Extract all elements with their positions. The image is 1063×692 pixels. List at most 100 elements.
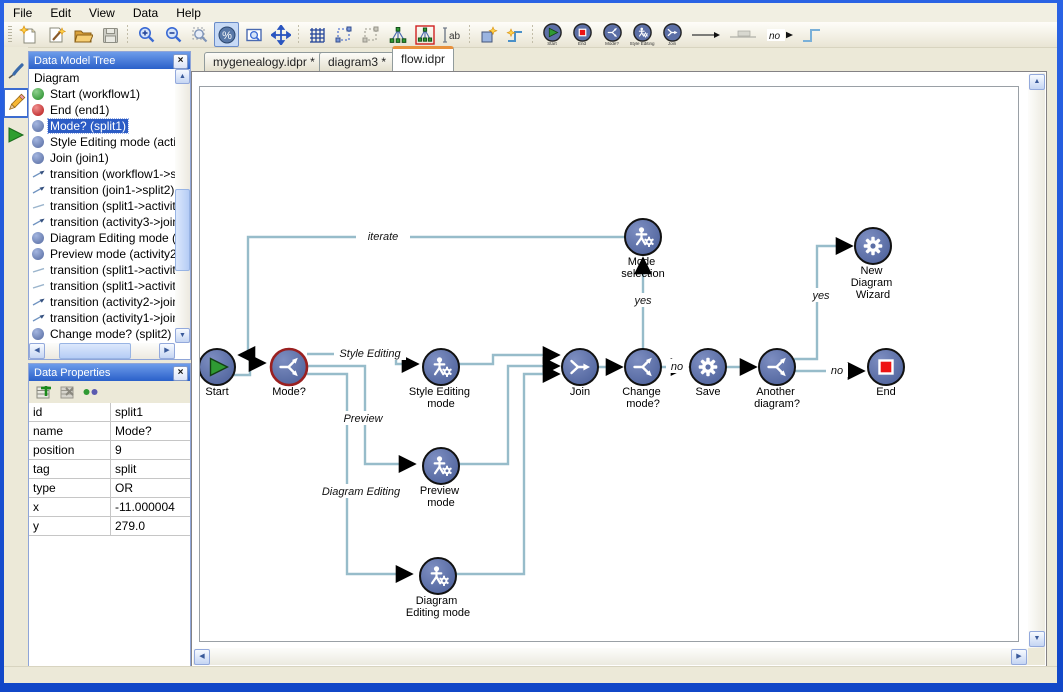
property-value[interactable]: OR (111, 479, 190, 497)
new-node-button[interactable] (475, 22, 500, 47)
tree-layout-boxed-button[interactable] (412, 22, 437, 47)
pan-button[interactable] (268, 22, 293, 47)
node-join[interactable]: Join (562, 349, 598, 398)
node-change-mode[interactable]: Change mode? (622, 349, 664, 410)
edit-label-button[interactable]: ab (439, 22, 464, 47)
tree-item-change-mode[interactable]: Change mode? (split2) (29, 326, 175, 342)
close-icon[interactable]: × (173, 366, 188, 381)
tree-item-mode[interactable]: Mode? (split1) (29, 118, 175, 134)
tree-item-transition[interactable]: transition (split1->activity (29, 262, 175, 278)
edge-preview-join[interactable] (459, 366, 558, 464)
tree-item-start[interactable]: Start (workflow1) (29, 86, 175, 102)
scroll-right-icon[interactable]: ▶ (1011, 649, 1027, 665)
property-value[interactable]: split (111, 460, 190, 478)
edge-another-diagram-wizard[interactable] (794, 246, 851, 359)
data-properties-titlebar[interactable]: Data Properties × (29, 364, 190, 381)
data-model-tree-titlebar[interactable]: Data Model Tree × (29, 52, 190, 69)
node-mode[interactable]: Mode? (271, 349, 307, 398)
remove-property-button[interactable] (58, 383, 76, 401)
zoom-percent-button[interactable]: % (214, 22, 239, 47)
property-row[interactable]: type OR (29, 479, 190, 498)
property-value[interactable]: -11.000004 (111, 498, 190, 516)
tree-item-transition[interactable]: transition (split1->activity (29, 198, 175, 214)
palette-transition-button[interactable] (688, 22, 724, 47)
property-value[interactable]: 279.0 (111, 517, 190, 535)
diagram-viewport[interactable]: iterate Style Editing Preview Diagram Ed… (193, 73, 1028, 648)
scroll-up-icon[interactable]: ▲ (1029, 74, 1045, 90)
edge-mode-selection-start[interactable] (240, 237, 625, 355)
open-button[interactable] (70, 22, 95, 47)
tree-item-diagram-editing-mode[interactable]: Diagram Editing mode (ac (29, 230, 175, 246)
node-mode-selection[interactable]: Mode selection (621, 219, 664, 280)
tab-mygenealogy[interactable]: mygenealogy.idpr * (204, 52, 324, 71)
zoom-in-button[interactable] (133, 22, 158, 47)
property-value[interactable]: split1 (111, 403, 190, 421)
node-end[interactable]: End (868, 349, 904, 398)
tree-item-transition[interactable]: transition (activity1->join (29, 310, 175, 326)
tree-item-preview-mode[interactable]: Preview mode (activity2) (29, 246, 175, 262)
tree-item-transition[interactable]: transition (split1->activity (29, 278, 175, 294)
edge-start-mode[interactable] (234, 363, 264, 375)
tree-item-end[interactable]: End (end1) (29, 102, 175, 118)
scroll-left-icon[interactable]: ◀ (29, 343, 45, 359)
pencil-tool-button[interactable] (4, 88, 29, 118)
run-button[interactable] (5, 123, 27, 147)
property-value[interactable]: 9 (111, 441, 190, 459)
overview-button[interactable] (241, 22, 266, 47)
zoom-region-button[interactable] (187, 22, 212, 47)
grid-button[interactable] (304, 22, 329, 47)
zoom-out-button[interactable] (160, 22, 185, 47)
property-row[interactable]: y 279.0 (29, 517, 190, 536)
node-another-diagram[interactable]: Another diagram? (754, 349, 800, 410)
node-new-diagram-wizard[interactable]: New Diagram Wizard (851, 228, 896, 301)
tree-item-transition[interactable]: transition (workflow1->sp (29, 166, 175, 182)
tree-item-style-editing-mode[interactable]: Style Editing mode (activi (29, 134, 175, 150)
palette-start-button[interactable]: Start (538, 22, 566, 48)
new-document-button[interactable] (16, 22, 41, 47)
scroll-left-icon[interactable]: ◀ (194, 649, 210, 665)
tab-flow[interactable]: flow.idpr (392, 46, 454, 71)
new-wizard-button[interactable] (43, 22, 68, 47)
diagram-page[interactable]: iterate Style Editing Preview Diagram Ed… (199, 86, 1019, 642)
tree-item-transition[interactable]: transition (join1->split2) (29, 182, 175, 198)
palette-split-button[interactable]: Mode? (598, 22, 626, 48)
toolbar-grip[interactable] (8, 26, 12, 44)
palette-end-button[interactable]: End (568, 22, 596, 48)
tree-item-transition[interactable]: transition (activity2->join (29, 294, 175, 310)
tab-diagram3[interactable]: diagram3 * (319, 52, 395, 71)
menu-file[interactable]: File (4, 4, 41, 22)
node-preview-mode[interactable]: Preview mode (420, 448, 462, 509)
property-row[interactable]: tag split (29, 460, 190, 479)
property-value[interactable]: Mode? (111, 422, 190, 440)
menu-data[interactable]: Data (124, 4, 167, 22)
property-row[interactable]: name Mode? (29, 422, 190, 441)
palette-elbow-button[interactable] (798, 22, 823, 47)
tree-item-join[interactable]: Join (join1) (29, 150, 175, 166)
node-diagram-editing-mode[interactable]: Diagram Editing mode (406, 558, 470, 619)
tree-layout-button[interactable] (385, 22, 410, 47)
scroll-thumb[interactable] (175, 189, 190, 271)
tree-item-diagram[interactable]: Diagram (29, 70, 175, 86)
edge-mode-diagram-editing[interactable] (307, 374, 411, 574)
canvas-vertical-scrollbar[interactable]: ▲ ▼ (1028, 73, 1045, 648)
tree-item-transition[interactable]: transition (activity3->join (29, 214, 175, 230)
canvas-horizontal-scrollbar[interactable]: ◀ ▶ (193, 648, 1028, 665)
edge-style-editing-join[interactable] (459, 355, 558, 364)
property-row[interactable]: x -11.000004 (29, 498, 190, 517)
property-row[interactable]: id split1 (29, 403, 190, 422)
tree-horizontal-scrollbar[interactable]: ◀ ▶ (29, 343, 175, 359)
save-button[interactable] (97, 22, 122, 47)
menu-help[interactable]: Help (167, 4, 210, 22)
ungroup-button[interactable] (358, 22, 383, 47)
scroll-down-icon[interactable]: ▼ (1029, 631, 1045, 647)
palette-transition-no-button[interactable]: no (764, 22, 796, 47)
scroll-right-icon[interactable]: ▶ (159, 343, 175, 359)
brush-tool-button[interactable] (5, 59, 27, 83)
new-connector-button[interactable] (502, 22, 527, 47)
palette-join-button[interactable]: Join (658, 22, 686, 48)
menu-view[interactable]: View (80, 4, 124, 22)
add-property-button[interactable] (34, 383, 52, 401)
scroll-down-icon[interactable]: ▼ (175, 328, 190, 343)
scroll-thumb[interactable] (59, 343, 131, 359)
node-style-editing-mode[interactable]: Style Editing mode (409, 349, 473, 410)
